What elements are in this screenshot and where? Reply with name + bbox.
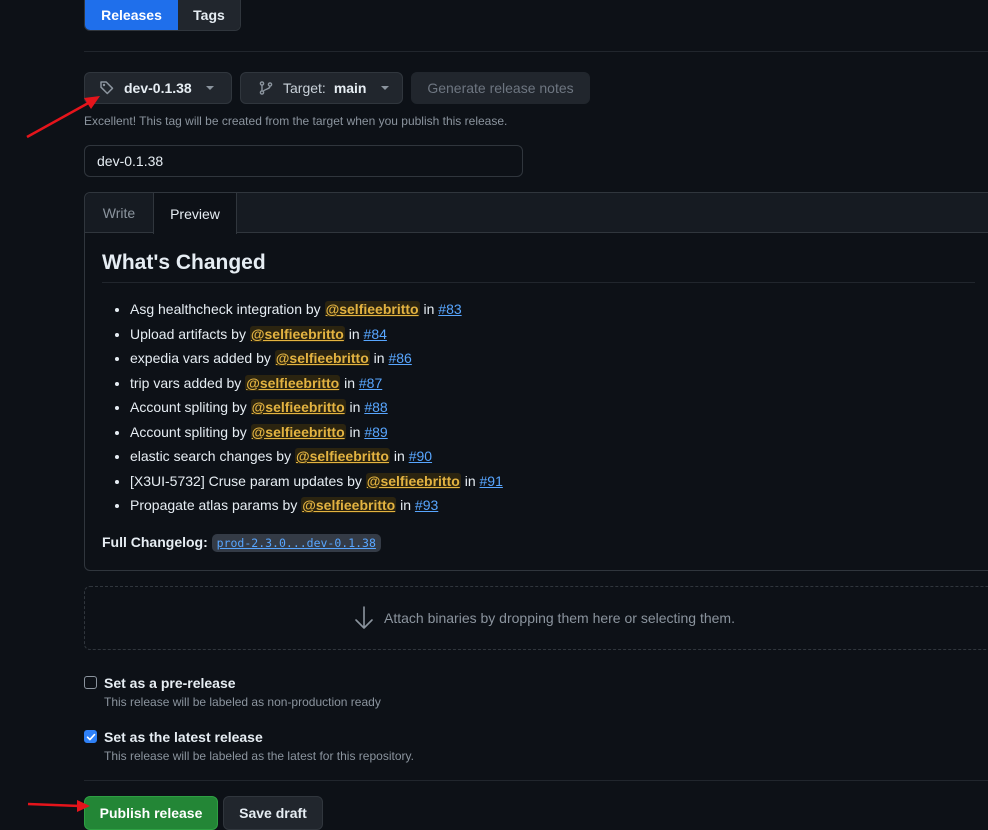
annotation-arrows <box>26 96 100 812</box>
annotation-arrow-icon <box>26 96 100 139</box>
annotation-arrow-icon <box>27 800 90 812</box>
